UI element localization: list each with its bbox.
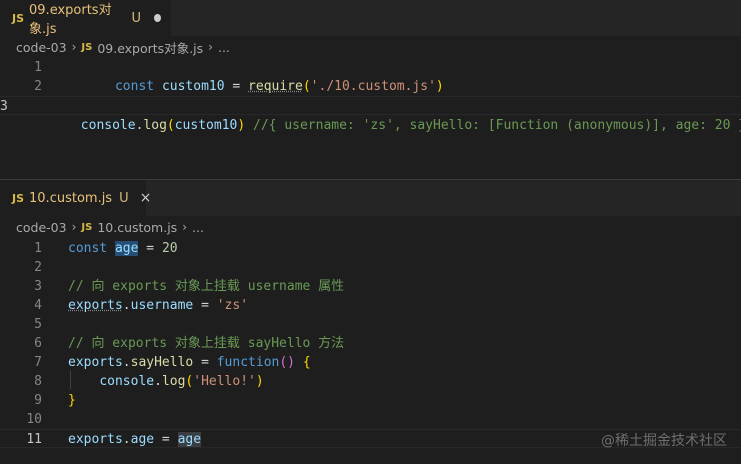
line-number: 2 [34,79,42,94]
dot: . [154,374,162,389]
close-icon[interactable]: × [140,190,152,206]
chevron-right-icon: › [208,40,213,54]
paren: ( [166,118,175,133]
line-number: 3 [34,279,42,294]
identifier-highlighted: age [114,241,139,256]
identifier: console [99,374,155,389]
line-number: 2 [34,260,42,275]
code-line[interactable]: 8 console.log('Hello!') [0,372,741,391]
breadcrumb-folder[interactable]: code-03 [16,220,67,235]
js-file-icon: JS [12,11,25,25]
git-untracked-badge: U [131,10,142,26]
breadcrumb-more[interactable]: ... [218,40,230,55]
operator: = [154,432,178,447]
number-literal: 20 [161,241,178,256]
dot: . [122,355,131,370]
line-number: 3 [0,99,8,114]
comment: // 向 exports 对象上挂载 sayHello 方法 [68,336,345,351]
code-line[interactable]: 10 [0,410,741,429]
pane-divider[interactable] [0,179,741,180]
code-line[interactable]: 1 const age = 20 [0,239,741,258]
identifier-highlighted: age [177,432,202,447]
code-line[interactable]: 9 } [0,391,741,410]
code-line[interactable]: 3 // 向 exports 对象上挂载 username 属性 [0,277,741,296]
line-number: 9 [34,393,42,408]
string-literal: 'zs' [216,298,249,313]
editor-bottom[interactable]: 1 const age = 20 2 3 // 向 exports 对象上挂载 … [0,239,741,448]
watermark: @稀土掘金技术社区 [601,433,727,449]
git-untracked-badge: U [119,190,129,206]
paren: ) [255,374,264,389]
brace: } [68,393,76,408]
code-line-current[interactable]: 3 console.log(custom10) //{ username: 'z… [0,96,741,133]
identifier: exports [68,432,123,447]
line-number: 4 [34,298,42,313]
paren: ) [237,118,246,133]
line-number: 1 [34,60,42,75]
identifier: console [80,118,136,133]
keyword: const [68,241,108,256]
string-literal: 'Hello!' [193,374,256,389]
js-file-icon: JS [81,41,93,53]
line-number: 1 [34,241,42,256]
line-number: 8 [34,374,42,389]
identifier: exports [68,355,123,370]
property: sayHello [130,355,194,370]
dot: . [122,432,131,447]
chevron-right-icon: › [71,40,77,54]
tab-10-custom[interactable]: JS 10.custom.js U × [0,180,151,216]
breadcrumb-folder[interactable]: code-03 [16,40,67,55]
js-file-icon: JS [81,221,93,233]
chevron-right-icon: › [71,220,77,234]
code-line[interactable]: 2 [0,258,741,277]
breadcrumb-top: code-03 › JS 09.exports对象.js › ... [0,36,741,58]
tab-bar-top: JS 09.exports对象.js U [0,0,741,37]
breadcrumb-bottom: code-03 › JS 10.custom.js › ... [0,216,741,238]
line-number: 11 [26,432,42,447]
identifier: custom10 [174,118,238,133]
tab-bar-bottom: JS 10.custom.js U × [0,180,741,216]
code-line[interactable]: 2 [0,77,741,96]
js-file-icon: JS [12,191,25,205]
breadcrumb-file[interactable]: 09.exports对象.js [97,38,203,57]
property: username [130,298,194,313]
code-line[interactable]: 7 exports.sayHello = function() { [0,353,741,372]
code-line[interactable]: 5 [0,315,741,334]
brace: { [302,355,311,370]
tab-title: 10.custom.js [29,190,113,206]
operator: = [193,298,217,313]
function-call: log [161,374,186,389]
code-line[interactable]: 4 exports.username = 'zs' [0,296,741,315]
code-line[interactable]: 1 const custom10 = require('./10.custom.… [0,58,741,94]
operator: = [193,355,217,370]
chevron-right-icon: › [182,220,187,234]
comment: //{ username: 'zs', sayHello: [Function … [245,118,741,133]
unsaved-dot-icon[interactable] [154,14,161,22]
pane-bottom: code-03 › JS 10.custom.js › ... 1 const … [0,216,741,448]
line-number: 6 [34,336,42,351]
function-call: log [143,118,167,133]
operator: = [138,241,162,256]
tab-09-exports[interactable]: JS 09.exports对象.js U [0,0,171,37]
paren: () [279,355,296,370]
keyword: function [216,355,280,370]
breadcrumb-file[interactable]: 10.custom.js [97,220,177,235]
dot: . [122,298,131,313]
property: age [130,432,155,447]
code-line[interactable]: 6 // 向 exports 对象上挂载 sayHello 方法 [0,334,741,353]
line-number: 7 [34,355,42,370]
breadcrumb-more[interactable]: ... [192,220,204,235]
line-number: 5 [34,317,42,332]
editor-top[interactable]: 1 const custom10 = require('./10.custom.… [0,58,741,133]
line-number: 10 [26,412,42,427]
identifier: exports [68,298,123,313]
comment: // 向 exports 对象上挂载 username 属性 [68,279,345,294]
tab-title: 09.exports对象.js [29,3,112,37]
